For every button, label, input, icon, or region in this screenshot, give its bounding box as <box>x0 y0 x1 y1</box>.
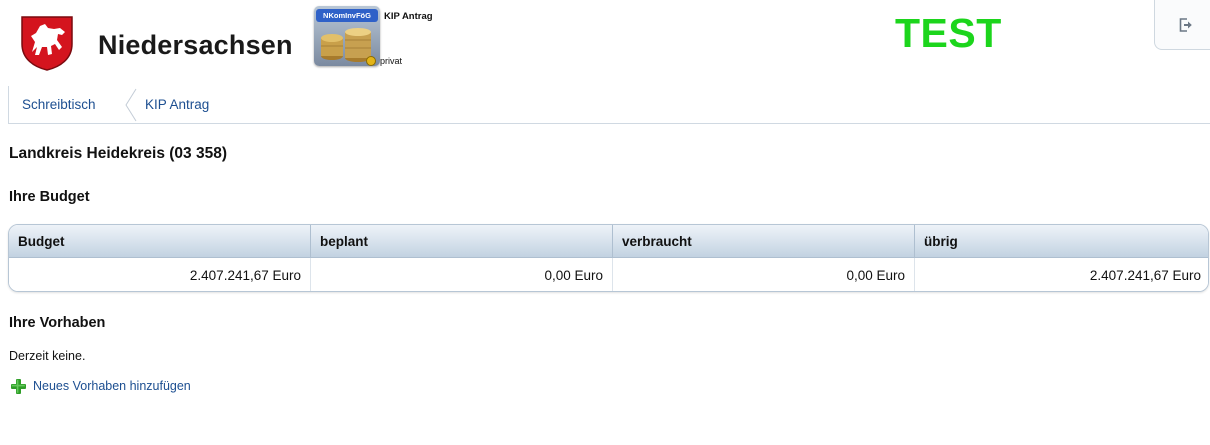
empty-state-text: Derzeit keine. <box>9 349 86 363</box>
logout-button[interactable] <box>1154 0 1210 50</box>
budget-heading: Ihre Budget <box>9 189 90 205</box>
app-icon-tag: NKomInvFöG <box>316 9 378 22</box>
page-title: Landkreis Heidekreis (03 358) <box>9 145 227 162</box>
app-header: Niedersachsen NKomInvFöG KIP Antrag priv… <box>0 0 1210 78</box>
projects-heading: Ihre Vorhaben <box>9 315 106 331</box>
add-project-label: Neues Vorhaben hinzufügen <box>33 379 191 393</box>
plus-icon <box>11 378 26 394</box>
cell-uebrig: 2.407.241,67 Euro <box>1089 268 1201 283</box>
app-title: KIP Antrag <box>384 11 433 22</box>
column-header-beplant: beplant <box>311 225 613 258</box>
breadcrumb-item-kip-antrag[interactable]: KIP Antrag <box>145 97 209 112</box>
column-header-uebrig: übrig <box>924 234 958 249</box>
test-environment-label: TEST <box>895 10 1002 56</box>
cell-beplant: 0,00 Euro <box>311 258 613 291</box>
coat-of-arms-icon <box>21 16 73 71</box>
column-header-budget: Budget <box>9 225 311 258</box>
table-row: 2.407.241,67 Euro 0,00 Euro 0,00 Euro 2.… <box>9 258 1208 291</box>
state-name: Niedersachsen <box>98 30 293 60</box>
budget-table: Budget beplant verbraucht übrig 2.407.24… <box>8 224 1209 292</box>
cell-verbraucht: 0,00 Euro <box>613 258 915 291</box>
add-project-link[interactable]: Neues Vorhaben hinzufügen <box>10 377 191 395</box>
cell-budget: 2.407.241,67 Euro <box>9 258 311 291</box>
column-header-verbraucht: verbraucht <box>613 225 915 258</box>
breadcrumb-separator-icon <box>125 88 137 122</box>
breadcrumb-item-schreibtisch[interactable]: Schreibtisch <box>22 97 96 112</box>
logout-icon <box>1179 17 1192 32</box>
user-icon <box>366 56 376 66</box>
app-user: privat <box>380 56 403 66</box>
breadcrumb: Schreibtisch KIP Antrag <box>8 86 1210 124</box>
table-header-row: Budget beplant verbraucht übrig <box>9 225 1208 258</box>
